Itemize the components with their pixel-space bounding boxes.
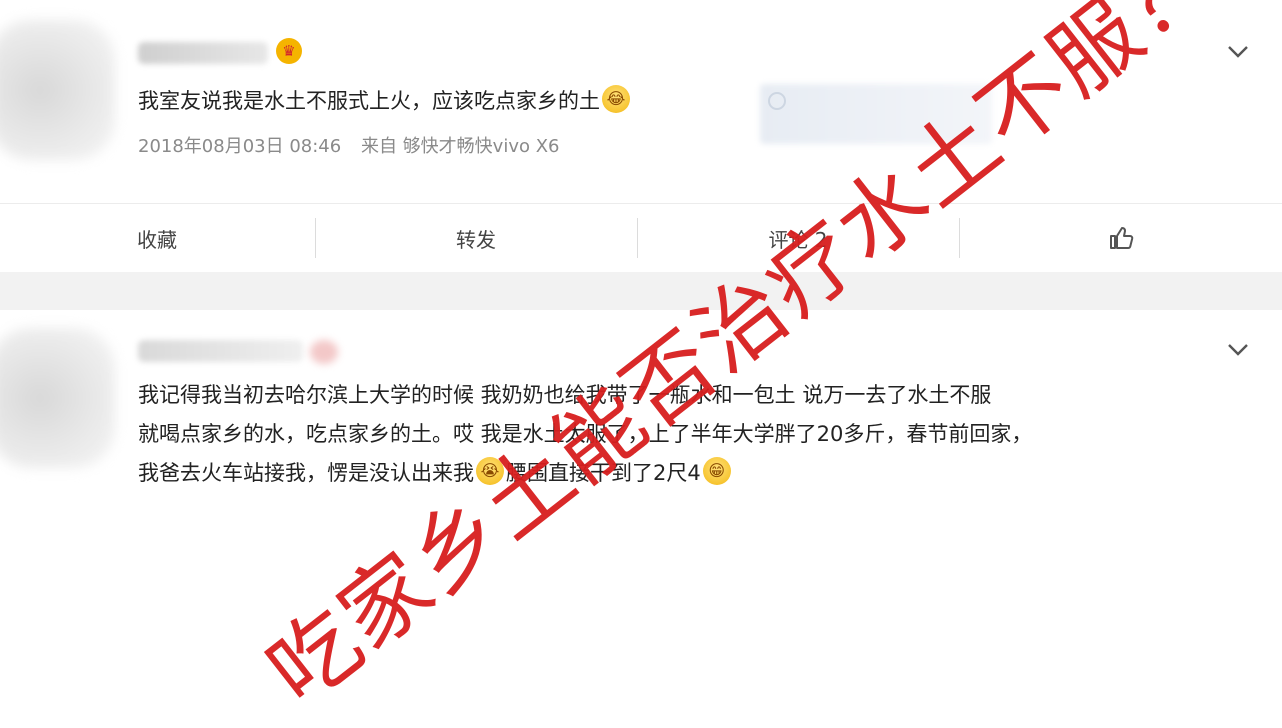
avatar[interactable] — [0, 20, 115, 160]
author-name-blurred[interactable] — [138, 340, 303, 362]
post-text-line: 就喝点家乡的水，吃点家乡的土。哎 我是水土太服了，上了半年大学胖了20多斤，春节… — [138, 422, 1033, 446]
post-time[interactable]: 2018年08月03日 08:46 — [138, 136, 341, 157]
author-name-blurred[interactable] — [138, 42, 268, 64]
feed-gap — [0, 272, 1282, 310]
chevron-down-icon[interactable] — [1226, 342, 1250, 358]
crying-laughing-emoji-icon: 😭 — [476, 457, 504, 485]
laughing-tears-emoji-icon: 😂 — [602, 85, 630, 113]
link-card-blurred[interactable] — [760, 84, 992, 144]
weibo-post-1: ♛ 我室友说我是水土不服式上火，应该吃点家乡的土 😂 2018年08月03日 08… — [0, 0, 1282, 273]
favorite-label: 收藏 — [137, 227, 177, 252]
repost-button[interactable]: 转发 — [316, 204, 636, 272]
post-text-segment: 腰围直接干到了2尺4 — [506, 461, 701, 485]
like-button[interactable] — [960, 204, 1282, 272]
chevron-down-icon[interactable] — [1226, 44, 1250, 60]
post-content: 我室友说我是水土不服式上火，应该吃点家乡的土 😂 — [138, 82, 632, 120]
action-bar: 收藏 转发 评论 2 — [0, 203, 1282, 273]
post-source[interactable]: 来自 够快才畅快vivo X6 — [361, 136, 560, 157]
post-text-segment: 我爸去火车站接我，愣是没认出来我 — [138, 461, 474, 485]
comment-label: 评论 2 — [768, 227, 828, 252]
badge-icon — [310, 340, 338, 364]
post-content: 我记得我当初去哈尔滨上大学的时候 我奶奶也给我带了一瓶水和一包土 说万一去了水土… — [138, 376, 1032, 493]
link-icon — [768, 92, 786, 110]
grinning-emoji-icon: 😁 — [702, 457, 731, 485]
avatar[interactable] — [0, 328, 115, 468]
repost-label: 转发 — [456, 227, 496, 252]
weibo-post-2: 我记得我当初去哈尔滨上大学的时候 我奶奶也给我带了一瓶水和一包土 说万一去了水土… — [0, 310, 1282, 540]
thumbs-up-icon — [1110, 227, 1134, 249]
crown-icon: ♛ — [276, 38, 302, 64]
post-text-line: 我爸去火车站接我，愣是没认出来我 😭 腰围直接干到了2尺4 😁 — [138, 454, 1032, 493]
comment-button[interactable]: 评论 2 — [638, 204, 958, 272]
favorite-button[interactable]: 收藏 — [0, 204, 314, 272]
post-text-line: 我记得我当初去哈尔滨上大学的时候 我奶奶也给我带了一瓶水和一包土 说万一去了水土… — [138, 383, 992, 407]
post-meta: 2018年08月03日 08:46 来自 够快才畅快vivo X6 — [138, 132, 574, 158]
post-text: 我室友说我是水土不服式上火，应该吃点家乡的土 — [138, 89, 600, 113]
